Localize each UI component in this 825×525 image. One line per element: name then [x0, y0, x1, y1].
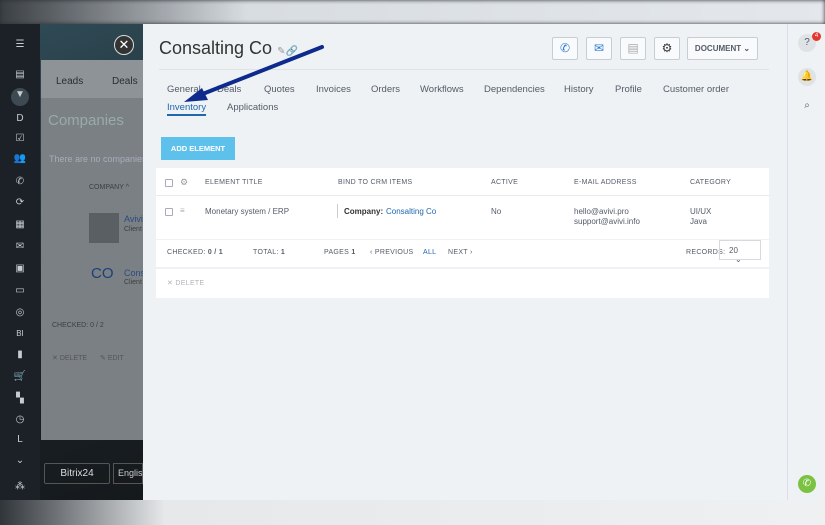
arrow-shaft	[198, 45, 324, 97]
arrow-head	[184, 88, 208, 102]
annotation-arrow	[184, 45, 324, 102]
